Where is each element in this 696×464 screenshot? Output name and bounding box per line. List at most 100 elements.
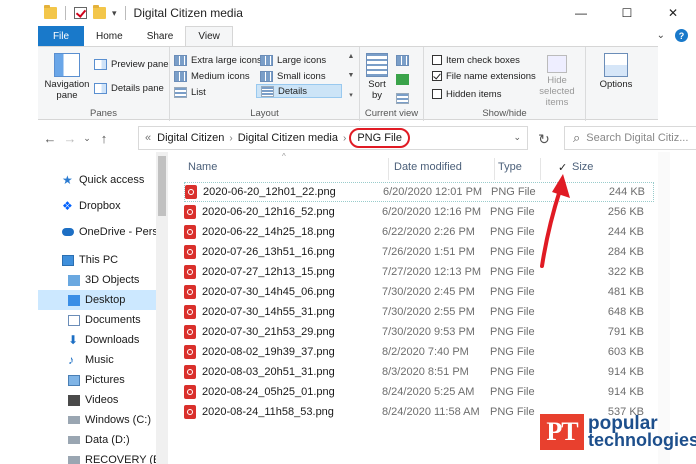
preview-pane-label: Preview pane <box>111 58 169 70</box>
sidebar-item-windows-c[interactable]: Windows (C:) <box>38 410 166 430</box>
file-date: 8/24/2020 11:58 AM <box>382 406 480 418</box>
toolbar-divider <box>65 6 66 20</box>
png-file-icon <box>184 305 196 319</box>
address-bar[interactable]: « Digital Citizen › Digital Citizen medi… <box>138 126 528 150</box>
sidebar-item-dropbox[interactable]: ❖ Dropbox <box>38 196 166 216</box>
minimize-button[interactable]: — <box>558 0 604 26</box>
table-row[interactable]: 2020-06-20_12h01_22.png 6/20/2020 12:01 … <box>184 182 654 202</box>
breadcrumb-digital-citizen-media[interactable]: Digital Citizen media <box>238 132 338 144</box>
sidebar-item-desktop[interactable]: Desktop <box>38 290 166 310</box>
scroll-down-icon[interactable]: ▼ <box>348 72 355 79</box>
sidebar-item-pictures[interactable]: Pictures <box>38 370 166 390</box>
search-input[interactable]: Search Digital Citiz... <box>586 132 688 144</box>
file-size: 244 KB <box>608 186 645 198</box>
table-row[interactable]: 2020-08-03_20h51_31.png 8/3/2020 8:51 PM… <box>184 362 654 382</box>
up-arrow-icon[interactable]: ↑ <box>94 131 114 146</box>
sidebar-item-downloads[interactable]: ⬇ Downloads <box>38 330 166 350</box>
preview-pane-button[interactable]: Preview pane <box>94 57 169 71</box>
layout-list[interactable]: List <box>174 85 206 99</box>
column-header-size[interactable]: Size <box>572 152 632 182</box>
breadcrumb-overflow-icon[interactable]: « <box>145 132 151 144</box>
column-divider[interactable] <box>388 158 389 180</box>
forward-arrow-icon[interactable]: → <box>60 131 80 146</box>
close-button[interactable]: ✕ <box>650 0 696 26</box>
tab-home[interactable]: Home <box>84 26 135 46</box>
table-row[interactable]: 2020-08-02_19h39_37.png 8/2/2020 7:40 PM… <box>184 342 654 362</box>
properties-check-icon[interactable] <box>74 7 87 19</box>
file-name-extensions-toggle[interactable]: File name extensions <box>432 69 536 83</box>
hidden-items-checkbox[interactable] <box>432 89 442 99</box>
file-size: 481 KB <box>607 286 644 298</box>
breadcrumb-separator-icon[interactable]: › <box>229 133 232 144</box>
refresh-icon[interactable]: ↻ <box>532 128 556 150</box>
sidebar-item-music[interactable]: ♪ Music <box>38 350 166 370</box>
search-box[interactable]: ⌕ Search Digital Citiz... <box>564 126 696 150</box>
options-button[interactable]: Options <box>594 53 638 90</box>
column-header-name[interactable]: Name <box>188 152 378 182</box>
maximize-button[interactable]: ☐ <box>604 0 650 26</box>
add-columns-icon[interactable] <box>396 74 409 85</box>
table-row[interactable]: 2020-06-22_14h25_18.png 6/22/2020 2:26 P… <box>184 222 654 242</box>
layout-scroll-buttons[interactable]: ▲ ▼ ▾ <box>346 53 356 99</box>
png-file-icon <box>184 265 196 279</box>
hide-selected-label: Hide selected items <box>539 75 575 108</box>
layout-large-icons[interactable]: Large icons <box>260 53 326 67</box>
expand-gallery-icon[interactable]: ▾ <box>349 91 353 99</box>
hidden-items-toggle[interactable]: Hidden items <box>432 87 501 101</box>
back-arrow-icon[interactable]: ← <box>40 131 60 146</box>
sidebar-item-documents[interactable]: Documents <box>38 310 166 330</box>
png-file-icon <box>184 285 196 299</box>
sidebar-item-onedrive[interactable]: OneDrive - Person <box>38 222 166 242</box>
table-row[interactable]: 2020-07-27_12h13_15.png 7/27/2020 12:13 … <box>184 262 654 282</box>
table-row[interactable]: 2020-07-26_13h51_16.png 7/26/2020 1:51 P… <box>184 242 654 262</box>
table-row[interactable]: 2020-08-24_05h25_01.png 8/24/2020 5:25 A… <box>184 382 654 402</box>
sidebar-item-3d-objects[interactable]: 3D Objects <box>38 270 166 290</box>
column-header-date-modified[interactable]: Date modified <box>394 152 494 182</box>
sidebar-item-label: Data (D:) <box>85 434 130 446</box>
tab-file[interactable]: File <box>38 26 84 46</box>
collapse-ribbon-chevron-icon[interactable]: ⌄ <box>657 30 665 41</box>
list-icon <box>174 86 187 98</box>
file-name-extensions-checkbox[interactable] <box>432 71 442 81</box>
new-folder-icon[interactable] <box>93 5 106 19</box>
navigation-pane-button[interactable]: Navigation pane <box>42 53 92 101</box>
help-icon[interactable]: ? <box>675 29 688 42</box>
details-pane-icon <box>94 82 107 94</box>
layout-medium-icons[interactable]: Medium icons <box>174 69 250 83</box>
sidebar-scrollbar-thumb[interactable] <box>158 156 166 216</box>
sidebar-item-data-d[interactable]: Data (D:) <box>38 430 166 450</box>
column-divider[interactable] <box>494 158 495 180</box>
breadcrumb-separator-icon[interactable]: › <box>343 133 346 144</box>
sidebar-scrollbar[interactable] <box>156 152 168 464</box>
size-all-columns-icon[interactable] <box>396 93 409 104</box>
table-row[interactable]: 2020-07-30_21h53_29.png 7/30/2020 9:53 P… <box>184 322 654 342</box>
layout-small-icons[interactable]: Small icons <box>260 69 326 83</box>
sidebar-item-recovery-e[interactable]: RECOVERY (E:) <box>38 450 166 464</box>
layout-details[interactable]: Details <box>256 84 342 98</box>
hide-selected-items-button[interactable]: Hide selected items <box>530 55 584 108</box>
breadcrumb-digital-citizen[interactable]: Digital Citizen <box>157 132 224 144</box>
document-icon <box>68 314 80 326</box>
sidebar-item-this-pc[interactable]: This PC <box>38 250 166 270</box>
recent-locations-chevron-icon[interactable]: ⌄ <box>80 133 94 144</box>
png-file-icon <box>184 385 196 399</box>
item-check-boxes-toggle[interactable]: Item check boxes <box>432 53 520 67</box>
file-type: PNG File <box>490 306 535 318</box>
tab-view[interactable]: View <box>185 26 233 46</box>
table-row[interactable]: 2020-06-20_12h16_52.png 6/20/2020 12:16 … <box>184 202 654 222</box>
customize-toolbar-chevron-icon[interactable]: ▾ <box>112 8 117 19</box>
address-dropdown-chevron-icon[interactable]: ⌄ <box>513 132 521 143</box>
group-by-icon[interactable] <box>396 55 409 66</box>
item-check-boxes-checkbox[interactable] <box>432 55 442 65</box>
breadcrumb-png-file[interactable]: PNG File <box>349 128 410 148</box>
sidebar-item-quick-access[interactable]: ★ Quick access <box>38 170 166 190</box>
table-row[interactable]: 2020-07-30_14h55_31.png 7/30/2020 2:55 P… <box>184 302 654 322</box>
table-row[interactable]: 2020-07-30_14h45_06.png 7/30/2020 2:45 P… <box>184 282 654 302</box>
sort-by-button[interactable]: Sort by <box>364 53 390 101</box>
details-pane-button[interactable]: Details pane <box>94 81 164 95</box>
layout-extra-large-icons[interactable]: Extra large icons <box>174 53 262 67</box>
file-name: 2020-06-20_12h01_22.png <box>203 186 336 198</box>
sidebar-item-videos[interactable]: Videos <box>38 390 166 410</box>
tab-share[interactable]: Share <box>135 26 186 46</box>
scroll-up-icon[interactable]: ▲ <box>348 53 355 60</box>
